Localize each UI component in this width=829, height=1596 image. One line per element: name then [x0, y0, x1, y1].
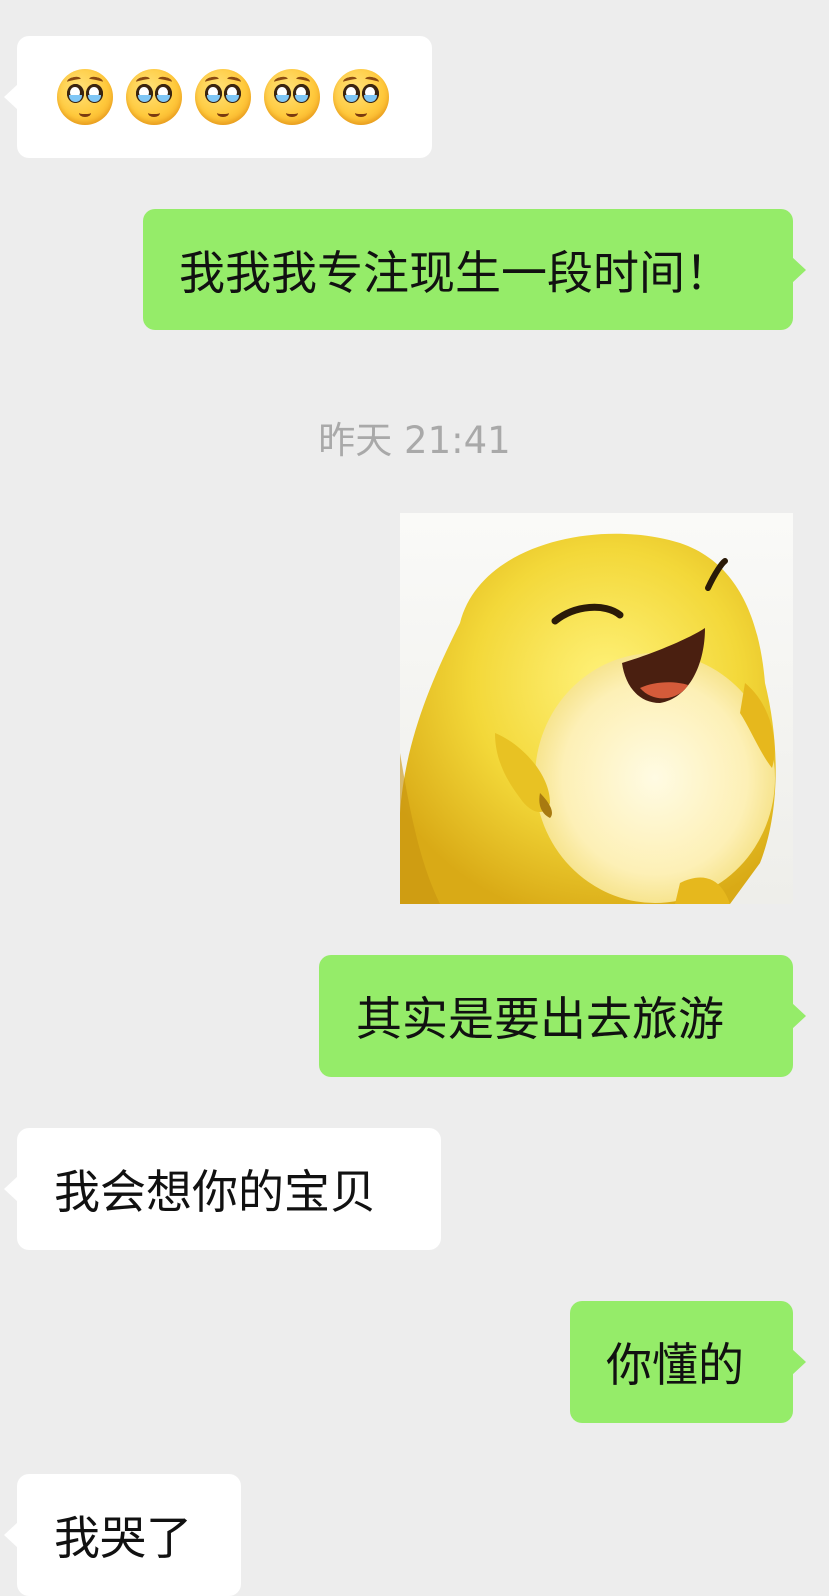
message-text: 其实是要出去旅游: [356, 992, 724, 1046]
message-text: 你懂的: [606, 1338, 744, 1392]
message-text: 我我我专注现生一段时间！: [179, 245, 731, 300]
emoji-row: [17, 69, 389, 125]
incoming-message[interactable]: 我哭了: [4, 1474, 241, 1596]
yellow-chick-laughing-sticker[interactable]: [400, 513, 793, 904]
incoming-emoji-message[interactable]: [4, 36, 432, 158]
message-text: 我会想你的宝贝: [54, 1165, 376, 1219]
pleading-face-icon: [57, 69, 113, 125]
incoming-message[interactable]: 我会想你的宝贝: [4, 1128, 441, 1250]
pleading-face-icon: [333, 69, 389, 125]
message-text: 我哭了: [54, 1511, 192, 1565]
outgoing-message[interactable]: 我我我专注现生一段时间！: [143, 209, 806, 330]
pleading-face-icon: [264, 69, 320, 125]
sticker-image: [400, 513, 793, 904]
outgoing-message[interactable]: 你懂的: [570, 1301, 806, 1423]
pleading-face-icon: [195, 69, 251, 125]
outgoing-message[interactable]: 其实是要出去旅游: [319, 955, 806, 1077]
message-timestamp: 昨天 21:41: [318, 419, 511, 462]
pleading-face-icon: [126, 69, 182, 125]
